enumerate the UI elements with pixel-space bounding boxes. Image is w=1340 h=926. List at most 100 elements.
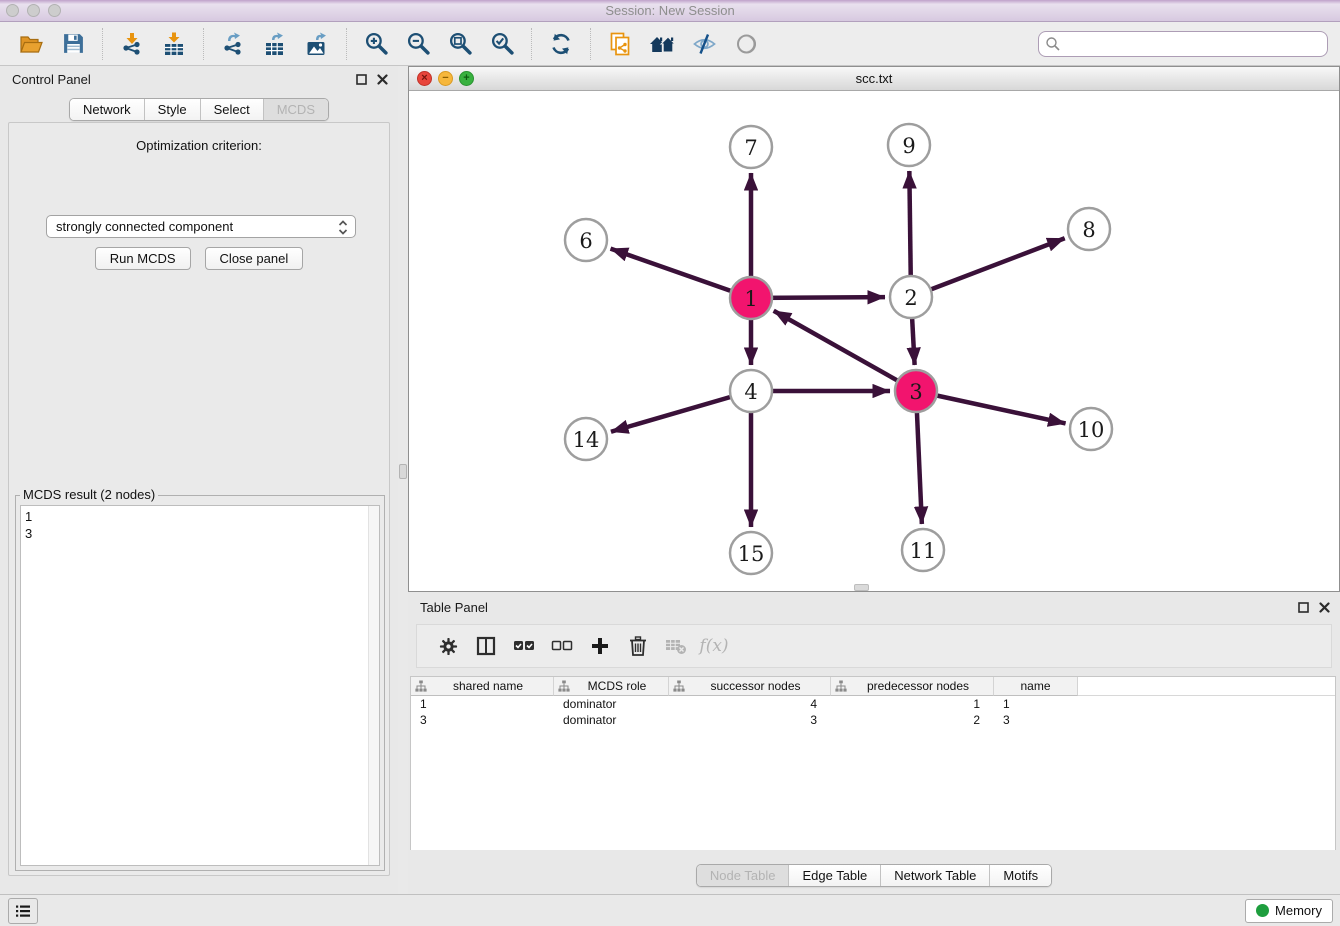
column-header-mcds-role[interactable]: MCDS role (554, 677, 669, 696)
table-row[interactable]: 1dominator411 (411, 696, 1335, 712)
houses-icon[interactable] (644, 26, 680, 62)
svg-text:7: 7 (744, 136, 757, 160)
tab-select[interactable]: Select (200, 99, 263, 120)
clone-network-icon[interactable] (602, 26, 638, 62)
export-table-icon[interactable] (257, 26, 293, 62)
node-2[interactable]: 2 (890, 276, 932, 318)
zoom-selected-icon[interactable] (484, 26, 520, 62)
network-zoom-button[interactable]: + (459, 71, 474, 86)
run-mcds-button[interactable]: Run MCDS (95, 247, 191, 270)
node-3[interactable]: 3 (895, 370, 937, 412)
node-9[interactable]: 9 (888, 124, 930, 166)
table-cell[interactable]: 1 (831, 697, 994, 711)
table-cell[interactable]: 3 (994, 713, 1078, 727)
edge-3-10[interactable] (916, 391, 1066, 423)
column-header-successor-nodes[interactable]: successor nodes (669, 677, 831, 696)
svg-text:15: 15 (738, 542, 765, 566)
tab-style[interactable]: Style (144, 99, 200, 120)
node-10[interactable]: 10 (1070, 408, 1112, 450)
network-window: scc.txt × − + 7 9 6 8 1 2 4 3 14 10 15 11 (408, 66, 1340, 592)
zoom-out-icon[interactable] (400, 26, 436, 62)
node-14[interactable]: 14 (565, 418, 607, 460)
float-panel-icon[interactable] (1298, 602, 1309, 613)
network-minimize-button[interactable]: − (438, 71, 453, 86)
table-cell[interactable]: 1 (411, 697, 554, 711)
table-cell[interactable]: 2 (831, 713, 994, 727)
panel-divider[interactable] (398, 66, 408, 894)
table-cell[interactable]: 3 (669, 713, 831, 727)
app-title: Session: New Session (0, 3, 1340, 18)
open-session-icon[interactable] (13, 26, 49, 62)
node-15[interactable]: 15 (730, 532, 772, 574)
node-6[interactable]: 6 (565, 219, 607, 261)
gear-icon[interactable] (431, 629, 465, 663)
close-panel-button[interactable]: Close panel (205, 247, 304, 270)
table-cell[interactable]: dominator (554, 697, 669, 711)
control-panel-title: Control Panel (12, 72, 91, 87)
table-cell[interactable]: 4 (669, 697, 831, 711)
tab-mcds[interactable]: MCDS (263, 99, 328, 120)
divider-grip-icon[interactable] (399, 464, 407, 479)
table-cell[interactable]: dominator (554, 713, 669, 727)
network-close-button[interactable]: × (417, 71, 432, 86)
shared-column-icon (415, 680, 427, 692)
network-canvas[interactable]: 7 9 6 8 1 2 4 3 14 10 15 11 (409, 91, 1339, 591)
network-window-title: scc.txt (409, 71, 1339, 86)
import-network-icon[interactable] (114, 26, 150, 62)
save-session-icon[interactable] (55, 26, 91, 62)
toolbar-separator (203, 28, 204, 60)
tab-motifs[interactable]: Motifs (989, 865, 1051, 886)
network-window-titlebar: scc.txt × − + (409, 67, 1339, 91)
hide-eye-icon[interactable] (686, 26, 722, 62)
export-image-icon[interactable] (299, 26, 335, 62)
optimization-select[interactable]: strongly connected component (46, 215, 356, 238)
result-scrollbar[interactable] (368, 506, 379, 865)
delete-column-icon[interactable] (621, 629, 655, 663)
memory-button[interactable]: Memory (1245, 899, 1333, 923)
close-panel-icon[interactable] (377, 74, 388, 85)
close-panel-icon[interactable] (1319, 602, 1330, 613)
mcds-result-text[interactable]: 13 (20, 505, 380, 866)
export-network-icon[interactable] (215, 26, 251, 62)
shared-column-icon (835, 680, 847, 692)
svg-text:10: 10 (1078, 418, 1105, 442)
edge-2-8[interactable] (911, 238, 1065, 297)
column-header-name[interactable]: name (994, 677, 1078, 696)
table-panel-title: Table Panel (420, 600, 488, 615)
node-11[interactable]: 11 (902, 529, 944, 571)
tab-network[interactable]: Network (70, 99, 144, 120)
svg-text:14: 14 (573, 428, 600, 452)
column-header-predecessor-nodes[interactable]: predecessor nodes (831, 677, 994, 696)
node-8[interactable]: 8 (1068, 208, 1110, 250)
edge-3-1[interactable] (774, 311, 916, 391)
node-7[interactable]: 7 (730, 126, 772, 168)
float-panel-icon[interactable] (356, 74, 367, 85)
tab-edge-table[interactable]: Edge Table (788, 865, 880, 886)
toolbar-separator (590, 28, 591, 60)
columns-icon[interactable] (469, 629, 503, 663)
list-icon (14, 903, 32, 919)
network-resize-grip[interactable] (854, 584, 869, 591)
search-input[interactable] (1038, 31, 1328, 57)
task-history-button[interactable] (8, 898, 38, 924)
import-table-icon[interactable] (156, 26, 192, 62)
add-column-icon[interactable] (583, 629, 617, 663)
show-eye-icon (728, 26, 764, 62)
table-cell[interactable]: 3 (411, 713, 554, 727)
refresh-icon[interactable] (543, 26, 579, 62)
tab-network-table[interactable]: Network Table (880, 865, 989, 886)
deselect-all-icon[interactable] (545, 629, 579, 663)
table-cell[interactable]: 1 (994, 697, 1078, 711)
table-body: 1dominator4113dominator323 (411, 696, 1335, 728)
zoom-fit-icon[interactable] (442, 26, 478, 62)
zoom-in-icon[interactable] (358, 26, 394, 62)
edge-1-6[interactable] (611, 249, 751, 298)
column-header-shared-name[interactable]: shared name (411, 677, 554, 696)
tab-node-table[interactable]: Node Table (697, 865, 789, 886)
node-4[interactable]: 4 (730, 370, 772, 412)
toolbar-separator (531, 28, 532, 60)
node-1[interactable]: 1 (730, 277, 772, 319)
table-row[interactable]: 3dominator323 (411, 712, 1335, 728)
select-all-icon[interactable] (507, 629, 541, 663)
table-header-row: shared nameMCDS rolesuccessor nodesprede… (411, 677, 1335, 696)
